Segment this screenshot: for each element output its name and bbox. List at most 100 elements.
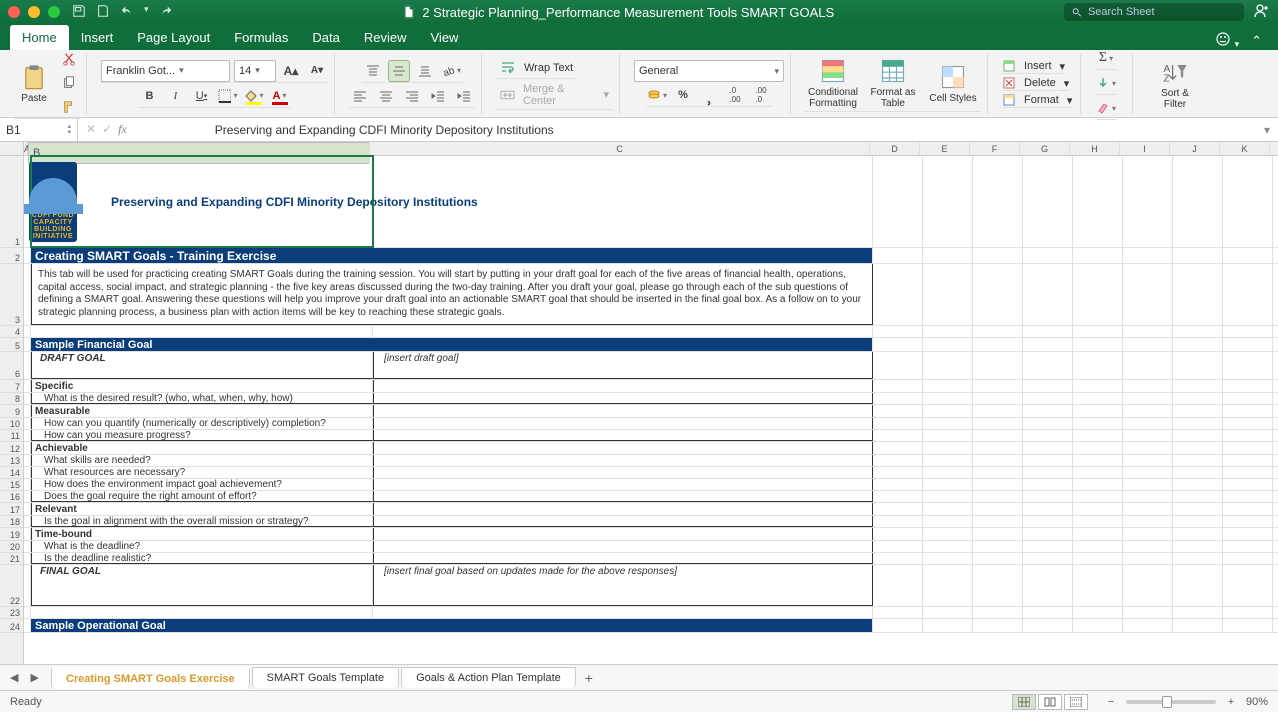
sheet-nav-prev-icon[interactable]: ◀ (6, 669, 22, 686)
cell[interactable] (1223, 491, 1273, 502)
cells-area[interactable]: CDFI FUNDCAPACITYBUILDINGINITIATIVE Pres… (24, 156, 1278, 633)
zoom-out-button[interactable]: − (1104, 696, 1118, 708)
cell[interactable] (373, 156, 873, 247)
cell[interactable] (1123, 491, 1173, 502)
insert-cells-button[interactable]: Insert▾ (1002, 59, 1065, 74)
cell[interactable] (1023, 467, 1073, 478)
row-header[interactable]: 8 (0, 393, 23, 405)
save-icon[interactable] (72, 4, 86, 21)
cell[interactable] (873, 326, 923, 337)
cell[interactable] (923, 352, 973, 379)
cell[interactable] (1023, 405, 1073, 417)
cell[interactable] (1073, 248, 1123, 263)
cell[interactable] (1223, 528, 1273, 540)
cell-styles-button[interactable]: Cell Styles (925, 61, 981, 106)
orientation-icon[interactable]: ab (440, 60, 462, 82)
column-headers[interactable]: A B C D E F G H I J K (24, 142, 1278, 156)
cell[interactable] (1073, 479, 1123, 490)
cell-b1-selected[interactable]: Preserving and Expanding CDFI Minority D… (31, 156, 373, 247)
cell[interactable] (1123, 565, 1173, 606)
cell[interactable] (973, 467, 1023, 478)
increase-font-icon[interactable]: A▴ (280, 60, 302, 82)
cell[interactable] (1223, 467, 1273, 478)
row-header[interactable]: 19 (0, 528, 23, 541)
col-header[interactable]: G (1020, 142, 1070, 155)
cell[interactable] (923, 442, 973, 454)
cell[interactable] (873, 541, 923, 552)
zoom-in-button[interactable]: + (1224, 696, 1238, 708)
cell[interactable] (1073, 326, 1123, 337)
redo-icon[interactable] (159, 4, 173, 21)
cell[interactable] (1223, 393, 1273, 404)
share-icon[interactable] (1254, 3, 1270, 22)
cell[interactable] (1123, 264, 1173, 325)
cell[interactable]: Measurable (31, 405, 373, 417)
cell[interactable] (1173, 479, 1223, 490)
cell[interactable] (873, 405, 923, 417)
search-sheet-box[interactable] (1064, 3, 1244, 21)
cell[interactable] (873, 528, 923, 540)
cell[interactable] (1223, 156, 1273, 247)
view-page-break-icon[interactable] (1064, 694, 1088, 710)
tab-insert[interactable]: Insert (69, 25, 126, 50)
cell[interactable] (373, 418, 873, 429)
cell[interactable] (24, 541, 31, 552)
cell[interactable] (373, 528, 873, 540)
cell[interactable] (1123, 528, 1173, 540)
cell[interactable] (1073, 467, 1123, 478)
cell[interactable] (873, 430, 923, 441)
cell[interactable] (923, 338, 973, 351)
cell[interactable] (373, 541, 873, 552)
cell[interactable] (373, 380, 873, 392)
cell[interactable]: Relevant (31, 503, 373, 515)
cell[interactable] (1023, 338, 1073, 351)
sheet-tab[interactable]: SMART Goals Template (252, 667, 399, 688)
cell[interactable] (1123, 607, 1173, 618)
cell[interactable] (1023, 430, 1073, 441)
cell[interactable] (1223, 516, 1273, 527)
cell[interactable] (1123, 503, 1173, 515)
cell[interactable] (1123, 430, 1173, 441)
cell[interactable] (873, 503, 923, 515)
cell[interactable] (923, 491, 973, 502)
tab-formulas[interactable]: Formulas (222, 25, 300, 50)
cell[interactable] (24, 442, 31, 454)
cell[interactable] (1073, 619, 1123, 632)
cell[interactable] (1073, 503, 1123, 515)
cell[interactable] (24, 264, 31, 325)
save-alt-icon[interactable] (96, 4, 110, 21)
row-header[interactable]: 20 (0, 541, 23, 553)
smiley-feedback-icon[interactable]: ▾ (1215, 31, 1239, 50)
percent-icon[interactable]: % (672, 84, 694, 106)
cell[interactable] (973, 516, 1023, 527)
cell[interactable] (24, 418, 31, 429)
cell[interactable] (1223, 326, 1273, 337)
cell[interactable] (1023, 503, 1073, 515)
cell[interactable] (1123, 156, 1173, 247)
autosum-icon[interactable]: Σ (1095, 47, 1117, 69)
cell[interactable] (1173, 541, 1223, 552)
tab-page-layout[interactable]: Page Layout (125, 25, 222, 50)
row-header[interactable]: 22 (0, 565, 23, 607)
cell[interactable] (873, 467, 923, 478)
cell[interactable] (1023, 442, 1073, 454)
cell[interactable] (973, 479, 1023, 490)
cell[interactable] (923, 607, 973, 618)
cell[interactable] (1173, 418, 1223, 429)
tab-view[interactable]: View (419, 25, 471, 50)
cell[interactable]: CDFI FUNDCAPACITYBUILDINGINITIATIVE (24, 156, 31, 248)
cell[interactable] (1073, 380, 1123, 392)
cell[interactable] (873, 264, 923, 325)
cell[interactable] (873, 418, 923, 429)
cell[interactable] (923, 503, 973, 515)
cell[interactable] (1223, 418, 1273, 429)
cell[interactable]: This tab will be used for practicing cre… (31, 264, 873, 325)
row-header[interactable]: 9 (0, 405, 23, 418)
italic-icon[interactable]: I (165, 85, 187, 107)
cell[interactable] (1073, 442, 1123, 454)
wrap-text-button[interactable]: Wrap Text (496, 58, 577, 79)
cell[interactable]: FINAL GOAL (31, 565, 373, 606)
cell[interactable] (1173, 156, 1223, 247)
cell[interactable] (1173, 338, 1223, 351)
clear-icon[interactable] (1095, 97, 1117, 119)
